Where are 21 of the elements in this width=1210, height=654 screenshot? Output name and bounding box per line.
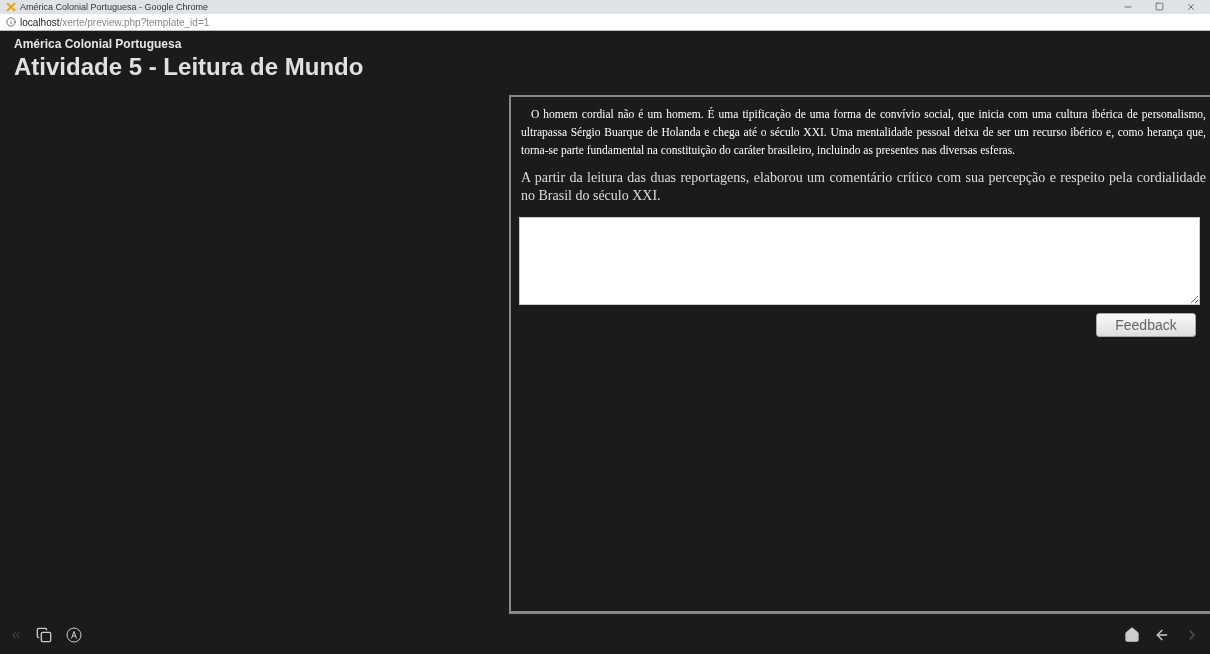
question-text: A partir da leitura das duas reportagens, elaborou um comentário crítico com sua percepção e respeito pela cordialidade no Brasil do século XXI. xyxy=(521,169,1206,205)
page-subtitle: América Colonial Portuguesa xyxy=(14,37,183,51)
double-chevron-icon xyxy=(10,629,22,641)
nav-button[interactable] xyxy=(1154,627,1170,643)
feedback-button[interactable]: Feedback xyxy=(1096,313,1196,337)
home-icon xyxy=(1124,627,1140,643)
nav-button[interactable] xyxy=(66,627,82,643)
intro-paragraph: O homem cordial não é um homem. É uma tipificação de uma forma de convívio social, que inicia com uma cultura ibérica de personalismo, ultrapassa Sérgio Buarque de Holanda e chega até o século XXI. Uma mentalidade pessoal deixa de ser um recurso ibérico e, como herança que, torna-se parte fundamental na constituição do caráter brasileiro, incluindo as presentes nas diversas esferas. xyxy=(521,106,1206,159)
app-icon xyxy=(6,2,16,12)
url-text[interactable]: localhost/xerte/preview.php?template_id=1 xyxy=(20,16,210,28)
page-title: Atividade 5 - Leitura de Mundo xyxy=(14,53,365,81)
info-icon[interactable] xyxy=(6,17,16,27)
close-icon[interactable] xyxy=(1186,2,1196,12)
circled-letter-icon xyxy=(66,627,82,643)
windows-icon xyxy=(36,627,52,643)
answer-box[interactable] xyxy=(519,217,1200,305)
maximize-icon[interactable] xyxy=(1155,2,1164,11)
back-arrow-icon xyxy=(1154,627,1170,643)
nav-button[interactable] xyxy=(36,627,52,643)
nav-button[interactable] xyxy=(1124,627,1140,643)
window-title: América Colonial Portuguesa - Google Chrome xyxy=(20,2,209,12)
